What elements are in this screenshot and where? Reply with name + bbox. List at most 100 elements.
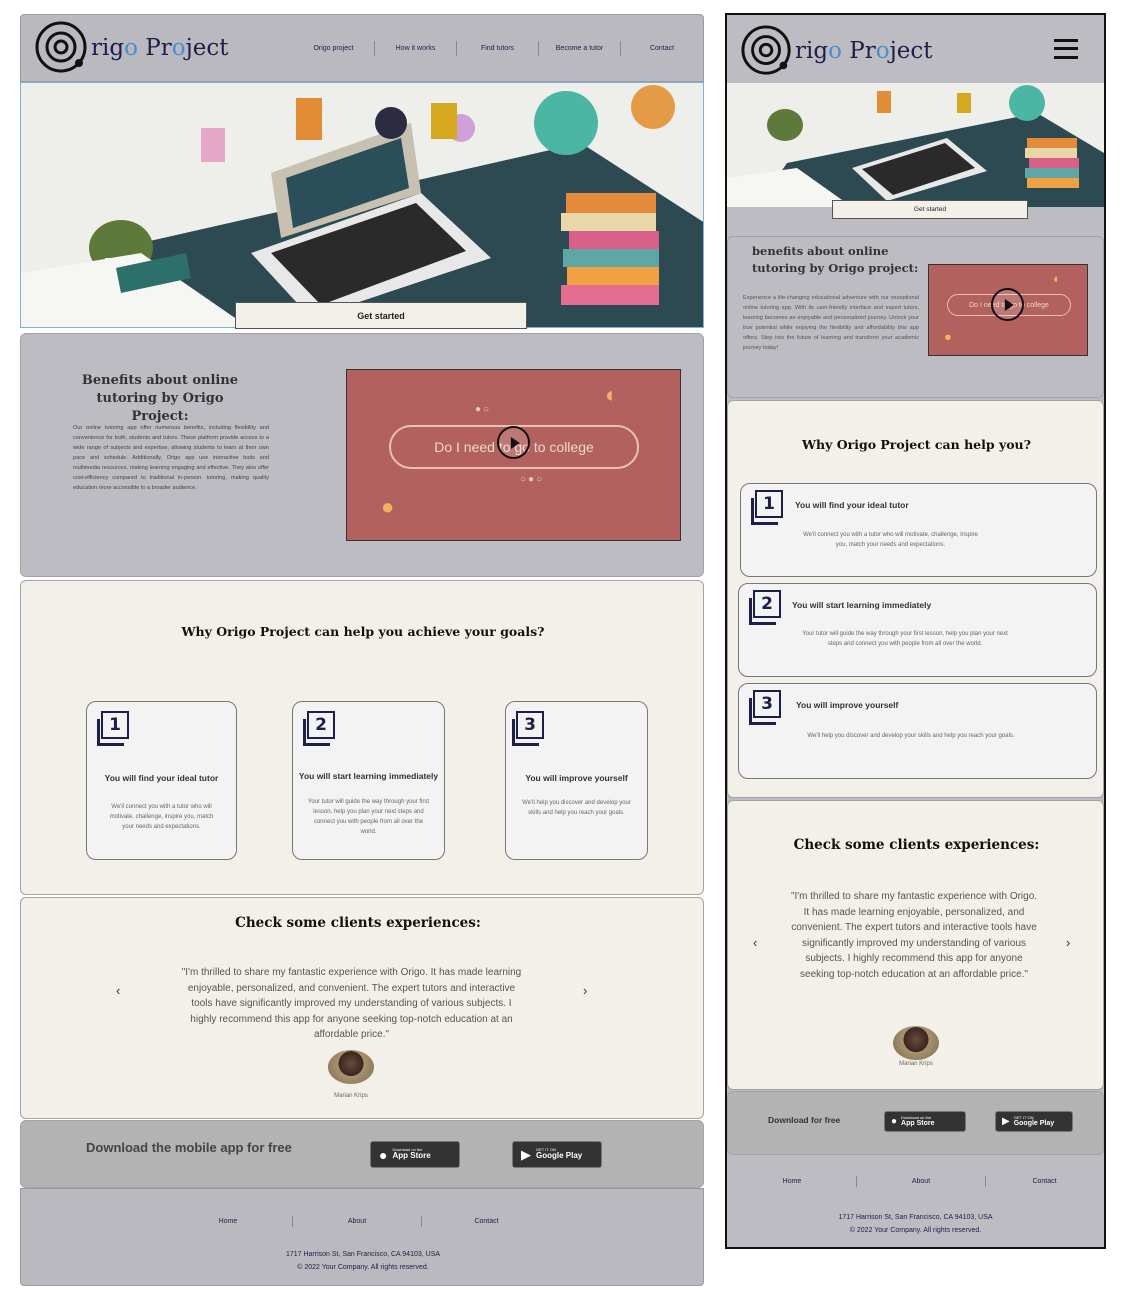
mobile-benefits-body: Experience a life-changing educational a… bbox=[743, 295, 919, 352]
play-store-icon: ▶ bbox=[521, 1146, 531, 1162]
mobile-footer: Home About Contact 1717 Harrison St, San… bbox=[727, 1156, 1104, 1247]
mobile-benefits-video[interactable]: ◐ ● Do I need to go to college bbox=[928, 264, 1088, 356]
mobile-play-icon[interactable] bbox=[991, 288, 1024, 321]
mobile-carousel-prev-button[interactable]: ‹ bbox=[753, 935, 757, 950]
download-section: Download the mobile app for free ● Downl… bbox=[20, 1120, 704, 1188]
play-store-icon: ▶ bbox=[1002, 1116, 1010, 1127]
mobile-why-card-2: 2 You will start learning immediately Yo… bbox=[738, 583, 1097, 677]
why-card-1-text: We'll connect you with a tutor who will … bbox=[109, 804, 214, 830]
mobile-why-card-3-text: We'll help you discover and develop your… bbox=[807, 733, 1015, 739]
dots-top-decoration: ●○ bbox=[475, 404, 492, 415]
download-title: Download the mobile app for free bbox=[86, 1140, 292, 1155]
desktop-header: rigo Project Origo project How it works … bbox=[20, 14, 704, 82]
mobile-hero-illustration bbox=[727, 83, 1104, 207]
mobile-logo-text: rigo Project bbox=[795, 38, 933, 64]
benefits-section: Benefits about online tutoring by Origo … bbox=[20, 333, 704, 577]
logo[interactable]: rigo Project bbox=[35, 21, 228, 75]
app-store-button[interactable]: ● Download on the App Store bbox=[370, 1141, 460, 1168]
mobile-footer-link-home[interactable]: Home bbox=[728, 1176, 857, 1187]
mobile-benefits-section: benefits about online tutoring by Origo … bbox=[727, 236, 1104, 398]
google-play-button[interactable]: ▶ GET IT ON Google Play bbox=[512, 1141, 602, 1168]
mobile-benefits-title: benefits about online tutoring by Origo … bbox=[752, 244, 919, 276]
leaf-icon: ◐ bbox=[605, 382, 619, 407]
number-two-icon: 2 bbox=[303, 711, 335, 746]
mobile-why-title: Why Origo Project can help you? bbox=[802, 437, 1031, 452]
client-avatar bbox=[328, 1050, 374, 1084]
mobile-clients-title: Check some clients experiences: bbox=[793, 837, 1040, 853]
why-section: Why Origo Project can help you achieve y… bbox=[20, 580, 704, 895]
mobile-app-store-button[interactable]: ● Download on the App Store bbox=[884, 1111, 966, 1132]
mobile-footer-link-contact[interactable]: Contact bbox=[986, 1176, 1103, 1187]
why-card-3-title: You will improve yourself bbox=[525, 773, 628, 783]
mobile-clients-section: Check some clients experiences: ‹ › "I'm… bbox=[727, 800, 1104, 1090]
why-card-3-text: We'll help you discover and develop your… bbox=[522, 800, 631, 816]
carousel-prev-button[interactable]: ‹ bbox=[116, 983, 120, 998]
mobile-why-section: Why Origo Project can help you? 1 You wi… bbox=[727, 400, 1104, 798]
why-card-2-text: Your tutor will guide the way through yo… bbox=[307, 799, 430, 835]
mobile-client-name: Marian Krips bbox=[899, 1061, 933, 1067]
nav-origo-project[interactable]: Origo project bbox=[293, 41, 375, 56]
mobile-why-card-1: 1 You will find your ideal tutor We'll c… bbox=[740, 483, 1097, 577]
apple-icon: ● bbox=[891, 1116, 898, 1127]
mobile-client-avatar bbox=[893, 1026, 939, 1060]
leaf-icon-2: ● bbox=[381, 494, 395, 519]
mobile-google-play-button[interactable]: ▶ GET IT ON Google Play bbox=[995, 1111, 1073, 1132]
mobile-footer-address: 1717 Harrison St, San Francisco, CA 9410… bbox=[727, 1211, 1104, 1238]
leaf-icon: ◐ bbox=[1053, 271, 1061, 286]
client-quote: "I'm thrilled to share my fantastic expe… bbox=[181, 967, 522, 1040]
clients-section: Check some clients experiences: ‹ › "I'm… bbox=[20, 897, 704, 1119]
apple-icon: ● bbox=[379, 1146, 388, 1163]
why-card-2: 2 You will start learning immediately Yo… bbox=[292, 701, 445, 860]
mobile-why-card-1-text: We'll connect you with a tutor who will … bbox=[803, 532, 978, 548]
mobile-footer-links: Home About Contact bbox=[728, 1176, 1103, 1187]
mobile-why-card-1-title: You will find your ideal tutor bbox=[795, 500, 909, 510]
why-card-2-title: You will start learning immediately bbox=[298, 771, 439, 781]
hero-illustration bbox=[20, 82, 704, 328]
mobile-logo[interactable]: rigo Project bbox=[741, 25, 932, 77]
mobile-download-title: Download for free bbox=[768, 1115, 841, 1125]
number-three-icon: 3 bbox=[512, 711, 544, 746]
mobile-footer-copyright: © 2022 Your Company. All rights reserved… bbox=[849, 1227, 982, 1235]
logo-icon bbox=[35, 21, 87, 73]
mobile-header: rigo Project bbox=[727, 15, 1104, 83]
number-three-icon: 3 bbox=[749, 690, 781, 725]
main-nav: Origo project How it works Find tutors B… bbox=[293, 41, 703, 56]
mobile-get-started-button[interactable]: Get started bbox=[832, 200, 1028, 219]
mobile-mockup: rigo Project Get started benefits about … bbox=[725, 13, 1106, 1249]
nav-contact[interactable]: Contact bbox=[621, 41, 703, 56]
desktop-footer: Home About Contact 1717 Harrison St, San… bbox=[20, 1188, 704, 1286]
carousel-next-button[interactable]: › bbox=[583, 983, 587, 998]
logo-icon bbox=[741, 25, 791, 75]
nav-become-a-tutor[interactable]: Become a tutor bbox=[539, 41, 621, 56]
mobile-why-card-3-title: You will improve yourself bbox=[796, 700, 899, 710]
mobile-carousel-next-button[interactable]: › bbox=[1066, 935, 1070, 950]
benefits-video[interactable]: ●○ ○●○ ◐ ● Do I need to go to college bbox=[346, 369, 681, 541]
number-one-icon: 1 bbox=[97, 711, 129, 746]
mobile-why-card-2-text: Your tutor will guide the way through yo… bbox=[802, 631, 1008, 647]
clients-title: Check some clients experiences: bbox=[235, 915, 481, 931]
mobile-why-card-3: 3 You will improve yourself We'll help y… bbox=[738, 683, 1097, 779]
nav-how-it-works[interactable]: How it works bbox=[375, 41, 457, 56]
number-one-icon: 1 bbox=[751, 490, 783, 525]
mobile-client-quote: "I'm thrilled to share my fantastic expe… bbox=[790, 891, 1038, 980]
play-icon[interactable] bbox=[497, 426, 530, 459]
leaf-icon-2: ● bbox=[944, 329, 952, 344]
footer-address: 1717 Harrison St, San Francisco, CA 9410… bbox=[21, 1249, 705, 1274]
mobile-footer-link-about[interactable]: About bbox=[857, 1176, 986, 1187]
mobile-why-card-2-title: You will start learning immediately bbox=[792, 600, 932, 610]
footer-link-home[interactable]: Home bbox=[164, 1216, 293, 1227]
footer-link-about[interactable]: About bbox=[293, 1216, 422, 1227]
nav-find-tutors[interactable]: Find tutors bbox=[457, 41, 539, 56]
footer-link-contact[interactable]: Contact bbox=[422, 1216, 551, 1227]
hamburger-menu-icon[interactable] bbox=[1054, 39, 1078, 59]
footer-links: Home About Contact bbox=[164, 1216, 551, 1227]
get-started-button[interactable]: Get started bbox=[235, 302, 527, 329]
footer-copyright: © 2022 Your Company. All rights reserved… bbox=[297, 1263, 429, 1271]
benefits-title: Benefits about online tutoring by Origo … bbox=[81, 373, 239, 425]
benefits-body: Our online tutoring app offer numerous b… bbox=[73, 425, 269, 491]
mobile-download-section: Download for free ● Download on the App S… bbox=[727, 1091, 1104, 1155]
why-card-1: 1 You will find your ideal tutor We'll c… bbox=[86, 701, 237, 860]
client-name: Marian Krips bbox=[334, 1093, 368, 1099]
why-title: Why Origo Project can help you achieve y… bbox=[181, 624, 545, 639]
why-card-3: 3 You will improve yourself We'll help y… bbox=[505, 701, 648, 860]
